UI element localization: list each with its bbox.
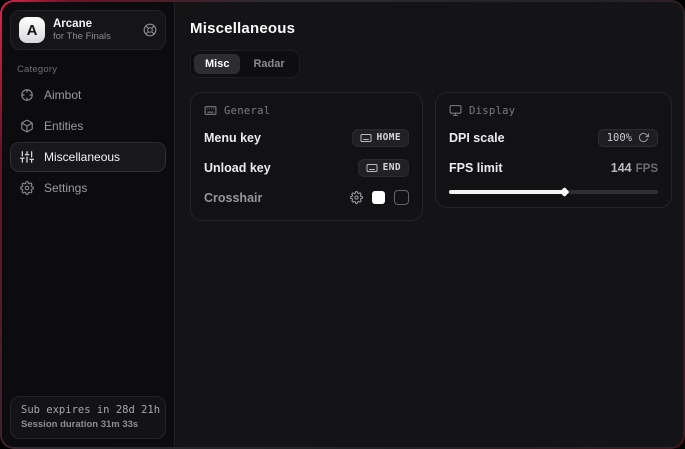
menu-key-label: Menu key: [204, 131, 261, 145]
menu-key-button[interactable]: HOME: [352, 129, 409, 147]
unload-key-value: END: [383, 162, 401, 173]
gear-icon[interactable]: [350, 191, 363, 204]
fps-limit-value: 144: [611, 161, 632, 175]
sub-expiry-text: Sub expires in 28d 21h: [21, 404, 155, 416]
crosshair-checkbox[interactable]: [394, 190, 409, 205]
crosshair-icon: [20, 88, 34, 102]
keyboard-icon: [360, 132, 372, 144]
crosshair-color-swatch[interactable]: [372, 191, 385, 204]
keyboard-icon: [204, 104, 217, 117]
dpi-scale-value: 100%: [607, 132, 632, 144]
dpi-scale-select[interactable]: 100%: [598, 129, 658, 147]
sidebar-item-settings[interactable]: Settings: [10, 173, 166, 203]
fps-slider-thumb[interactable]: [559, 187, 569, 197]
unload-key-button[interactable]: END: [358, 159, 409, 177]
general-card: General Menu key HOME Unload key: [190, 92, 423, 221]
tab-radar[interactable]: Radar: [242, 54, 295, 74]
main-panel: Miscellaneous Misc Radar General Menu ke…: [175, 2, 683, 447]
crosshair-row: Crosshair: [204, 188, 409, 207]
fps-limit-unit: FPS: [636, 163, 658, 175]
app-subtitle: for The Finals: [53, 31, 111, 43]
page-title: Miscellaneous: [190, 20, 672, 37]
refresh-icon: [638, 132, 649, 143]
fps-slider-fill: [449, 190, 564, 194]
monitor-icon: [449, 104, 462, 117]
fps-limit-label: FPS limit: [449, 161, 502, 175]
keyboard-icon: [366, 162, 378, 174]
subscription-card: Sub expires in 28d 21h Session duration …: [10, 396, 166, 439]
dpi-scale-row: DPI scale 100%: [449, 128, 658, 147]
fps-limit-slider[interactable]: [449, 190, 658, 194]
window-frame: A Arcane for The Finals Category Aimbot: [0, 0, 685, 449]
sidebar-item-label: Entities: [44, 119, 83, 133]
sidebar-nav: Aimbot Entities Miscellaneous: [10, 80, 166, 203]
crosshair-label: Crosshair: [204, 191, 262, 205]
display-card: Display DPI scale 100% FPS limit: [435, 92, 672, 208]
unload-key-row: Unload key END: [204, 158, 409, 177]
sidebar-item-label: Aimbot: [44, 88, 81, 102]
tab-misc[interactable]: Misc: [194, 54, 240, 74]
card-title: Display: [469, 105, 515, 117]
menu-key-value: HOME: [377, 132, 401, 143]
fps-limit-row: FPS limit 144 FPS: [449, 158, 658, 177]
sidebar-item-miscellaneous[interactable]: Miscellaneous: [10, 142, 166, 172]
app-logo: A: [19, 17, 45, 43]
box-icon: [20, 119, 34, 133]
gear-icon: [20, 181, 34, 195]
sidebar-item-label: Miscellaneous: [44, 150, 120, 164]
menu-key-row: Menu key HOME: [204, 128, 409, 147]
app-window: A Arcane for The Finals Category Aimbot: [2, 2, 683, 447]
sidebar-item-entities[interactable]: Entities: [10, 111, 166, 141]
unload-key-label: Unload key: [204, 161, 271, 175]
sliders-icon: [20, 150, 34, 164]
brand-card: A Arcane for The Finals: [10, 10, 166, 50]
dpi-scale-label: DPI scale: [449, 131, 505, 145]
sidebar-item-label: Settings: [44, 181, 87, 195]
category-label: Category: [17, 64, 160, 75]
card-title: General: [224, 105, 270, 117]
sidebar: A Arcane for The Finals Category Aimbot: [2, 2, 175, 447]
sidebar-item-aimbot[interactable]: Aimbot: [10, 80, 166, 110]
app-name: Arcane: [53, 17, 111, 31]
life-buoy-icon[interactable]: [143, 23, 157, 37]
session-duration-text: Session duration 31m 33s: [21, 419, 155, 430]
tab-bar: Misc Radar: [190, 50, 300, 78]
